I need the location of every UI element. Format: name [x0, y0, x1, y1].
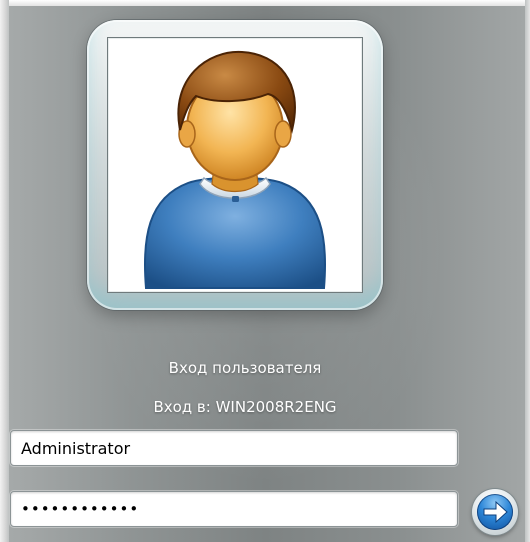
left-edge — [0, 0, 9, 542]
right-edge — [525, 0, 530, 542]
username-field[interactable] — [10, 430, 458, 466]
user-tile — [87, 20, 383, 310]
submit-button[interactable] — [472, 489, 518, 535]
password-field[interactable] — [10, 491, 458, 527]
top-edge — [0, 0, 530, 6]
user-picture — [107, 37, 363, 293]
user-avatar-icon — [143, 50, 327, 289]
domain-label: Вход в: WIN2008R2ENG — [153, 398, 337, 416]
screen-title: Вход пользователя — [168, 359, 322, 377]
arrow-right-icon — [483, 500, 508, 524]
